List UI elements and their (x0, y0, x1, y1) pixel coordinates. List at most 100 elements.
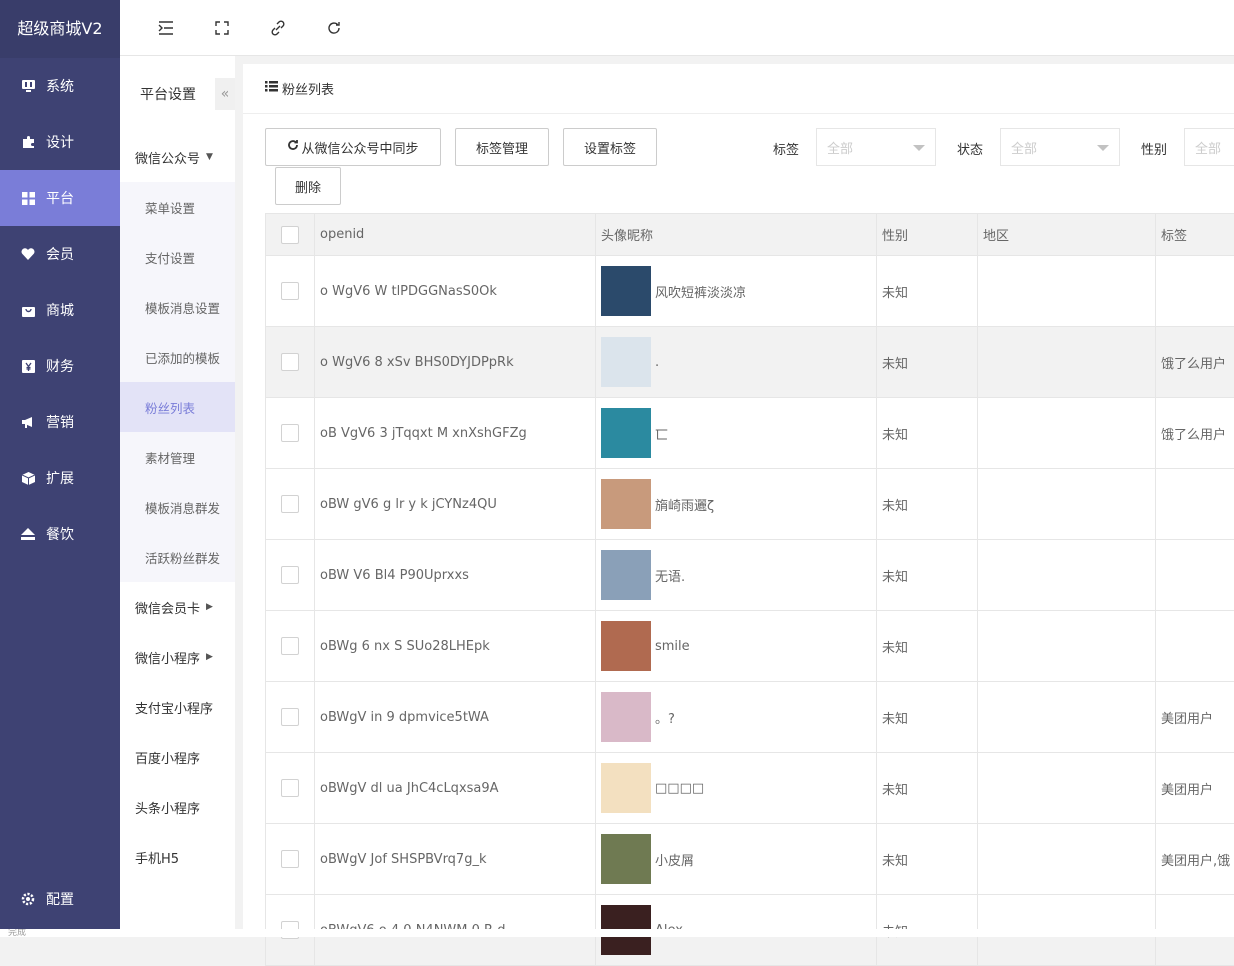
subnav-item-2[interactable]: 模板消息设置 (120, 282, 235, 332)
row-checkbox[interactable] (281, 779, 299, 797)
main-sidebar: 超级商城V2 系统设计平台 会员商城财务营销 扩展 餐饮 配置 (0, 0, 120, 937)
nickname: 旓崎雨邐ζ (655, 498, 715, 514)
nickname: □□□□ (655, 780, 705, 796)
subnav-item-6[interactable]: 模板消息群发 (120, 482, 235, 532)
openid-cell: oBWg 6 nx S SUo28LHEpk (315, 611, 596, 681)
subnav-group-0[interactable]: 微信公众号 ▼ (120, 132, 235, 182)
collapse-sidebar-button[interactable]: « (215, 78, 235, 110)
fullscreen-icon[interactable] (204, 10, 240, 46)
refresh-icon[interactable] (316, 10, 352, 46)
subnav-group-1[interactable]: 微信会员卡 ▶ (120, 582, 235, 632)
grid-icon (20, 190, 36, 206)
subnav-title: 平台设置 « (120, 56, 235, 132)
nickname: 匸 (655, 427, 669, 443)
subnav-group-3[interactable]: 支付宝小程序 (120, 682, 235, 732)
row-checkbox[interactable] (281, 424, 299, 442)
nav-item-8[interactable]: 餐饮 (0, 506, 120, 562)
subnav-group-label: 手机H5 (135, 851, 180, 867)
table-row[interactable]: oBWgV in 9 dpmvice5tWA 。? 未知 美团用户 (265, 682, 1234, 753)
avatar (601, 692, 651, 742)
set-tag-button[interactable]: 设置标签 (563, 128, 657, 166)
nav-item-0[interactable]: 系统 (0, 58, 120, 114)
table-row[interactable]: oB VgV6 3 jTqqxt M xnXshGFZg 匸 未知 饿了么用户 (265, 398, 1234, 469)
menu-toggle-icon[interactable] (148, 10, 184, 46)
nav-item-label: 商城 (46, 303, 74, 319)
select-all-checkbox[interactable] (281, 225, 299, 244)
avatar-nickname-cell: 风吹短裤淡淡凉 (596, 256, 877, 326)
region-cell (978, 611, 1156, 681)
avatar (601, 763, 651, 813)
nav-item-4[interactable]: 商城 (0, 282, 120, 338)
nav-item-5[interactable]: 财务 (0, 338, 120, 394)
table-row[interactable]: oBWgV dl ua JhC4cLqxsa9A □□□□ 未知 美团用户 (265, 753, 1234, 824)
row-checkbox[interactable] (281, 850, 299, 868)
row-checkbox[interactable] (281, 708, 299, 726)
subnav-item-7[interactable]: 活跃粉丝群发 (120, 532, 235, 582)
tag-filter-select[interactable]: 全部 (816, 128, 936, 166)
nav-item-7[interactable]: 扩展 (0, 450, 120, 506)
tags-cell: 美团用户 (1161, 711, 1214, 727)
secondary-sidebar: 平台设置 « 微信公众号 ▼ 菜单设置 支付设置 模板消息设置 已添加的模板 粉丝列表 素材管… (120, 56, 235, 937)
row-checkbox[interactable] (281, 566, 299, 584)
subnav-item-5[interactable]: 素材管理 (120, 432, 235, 482)
nickname: smile (655, 638, 690, 654)
openid-cell: oBW V6 Bl4 P90Uprxxs (315, 540, 596, 610)
link-icon[interactable] (260, 10, 296, 46)
sync-button-label: 从微信公众号中同步 (301, 141, 419, 157)
brand-logo[interactable]: 超级商城V2 (0, 0, 120, 58)
openid-cell: oB VgV6 3 jTqqxt M xnXshGFZg (315, 398, 596, 468)
delete-button[interactable]: 删除 (275, 167, 341, 205)
region-cell (978, 824, 1156, 894)
row-checkbox[interactable] (281, 353, 299, 371)
subnav-group-label: 头条小程序 (135, 801, 201, 817)
nav-item-config[interactable]: 配置 (0, 871, 120, 927)
subnav-item-3[interactable]: 已添加的模板 (120, 332, 235, 382)
table-row[interactable]: o WgV6 8 xSv BHS0DYJDPpRk. 未知 饿了么用户 (265, 327, 1234, 398)
nav-item-3[interactable]: 会员 (0, 226, 120, 282)
status-filter-select[interactable]: 全部 (1000, 128, 1120, 166)
gender-filter-value: 全部 (1195, 141, 1222, 157)
tag-management-button[interactable]: 标签管理 (455, 128, 549, 166)
fans-table: openid 头像昵称 性别 地区 标签 o WgV6 W tlPDGGNasS… (265, 213, 1234, 966)
table-row[interactable]: o WgV6 W tlPDGGNasS0Ok 风吹短裤淡淡凉 未知 (265, 256, 1234, 327)
tags-cell: 饿了么用户 (1161, 427, 1227, 443)
sync-button[interactable]: 从微信公众号中同步 (265, 128, 441, 166)
nav-item-label: 设计 (46, 135, 74, 151)
subnav-group-4[interactable]: 百度小程序 (120, 732, 235, 782)
table-row[interactable]: oBWg 6 nx S SUo28LHEpk smile 未知 (265, 611, 1234, 682)
table-row[interactable]: oBW gV6 g lr y k jCYNz4QU 旓崎雨邐ζ 未知 (265, 469, 1234, 540)
table-row[interactable]: oBWgV Jof SHSPBVrq7g_k 小皮屑 未知 美团用户,饿 (265, 824, 1234, 895)
subnav-item-4[interactable]: 粉丝列表 (120, 382, 235, 432)
openid-cell: oBWgV in 9 dpmvice5tWA (315, 682, 596, 752)
subnav-item-0[interactable]: 菜单设置 (120, 182, 235, 232)
row-checkbox[interactable] (281, 637, 299, 655)
eject-icon (20, 526, 36, 542)
nickname: 小皮屑 (655, 853, 695, 869)
nav-item-1[interactable]: 设计 (0, 114, 120, 170)
tags-cell (1156, 469, 1234, 539)
subnav-group-2[interactable]: 微信小程序 ▶ (120, 632, 235, 682)
nav-item-6[interactable]: 营销 (0, 394, 120, 450)
main-content: 粉丝列表 从微信公众号中同步 标签管理 设置标签 删除 标签 全部 状态 全部 … (243, 64, 1234, 966)
nickname: 风吹短裤淡淡凉 (655, 285, 747, 301)
avatar-nickname-cell: 。? (596, 682, 877, 752)
subnav-group-6[interactable]: 手机H5 (120, 832, 235, 882)
monitor-icon (20, 78, 36, 94)
gender-cell: 未知 (877, 256, 978, 326)
filter-label-status: 状态 (957, 143, 984, 158)
nav-item-label: 财务 (46, 359, 74, 375)
row-checkbox[interactable] (281, 282, 299, 300)
openid-cell: o WgV6 8 xSv BHS0DYJDPpRk (315, 327, 596, 397)
chevron-right-icon: ▶ (206, 602, 213, 612)
region-cell (978, 469, 1156, 539)
gender-cell: 未知 (877, 469, 978, 539)
nav-item-2[interactable]: 平台 (0, 170, 120, 226)
gender-filter-select[interactable]: 全部 (1184, 128, 1234, 166)
subnav-group-5[interactable]: 头条小程序 (120, 782, 235, 832)
subnav-item-1[interactable]: 支付设置 (120, 232, 235, 282)
avatar-nickname-cell: 无语. (596, 540, 877, 610)
table-row[interactable]: oBW V6 Bl4 P90Uprxxs 无语. 未知 (265, 540, 1234, 611)
top-toolbar (120, 0, 1234, 56)
avatar (601, 337, 651, 387)
row-checkbox[interactable] (281, 495, 299, 513)
